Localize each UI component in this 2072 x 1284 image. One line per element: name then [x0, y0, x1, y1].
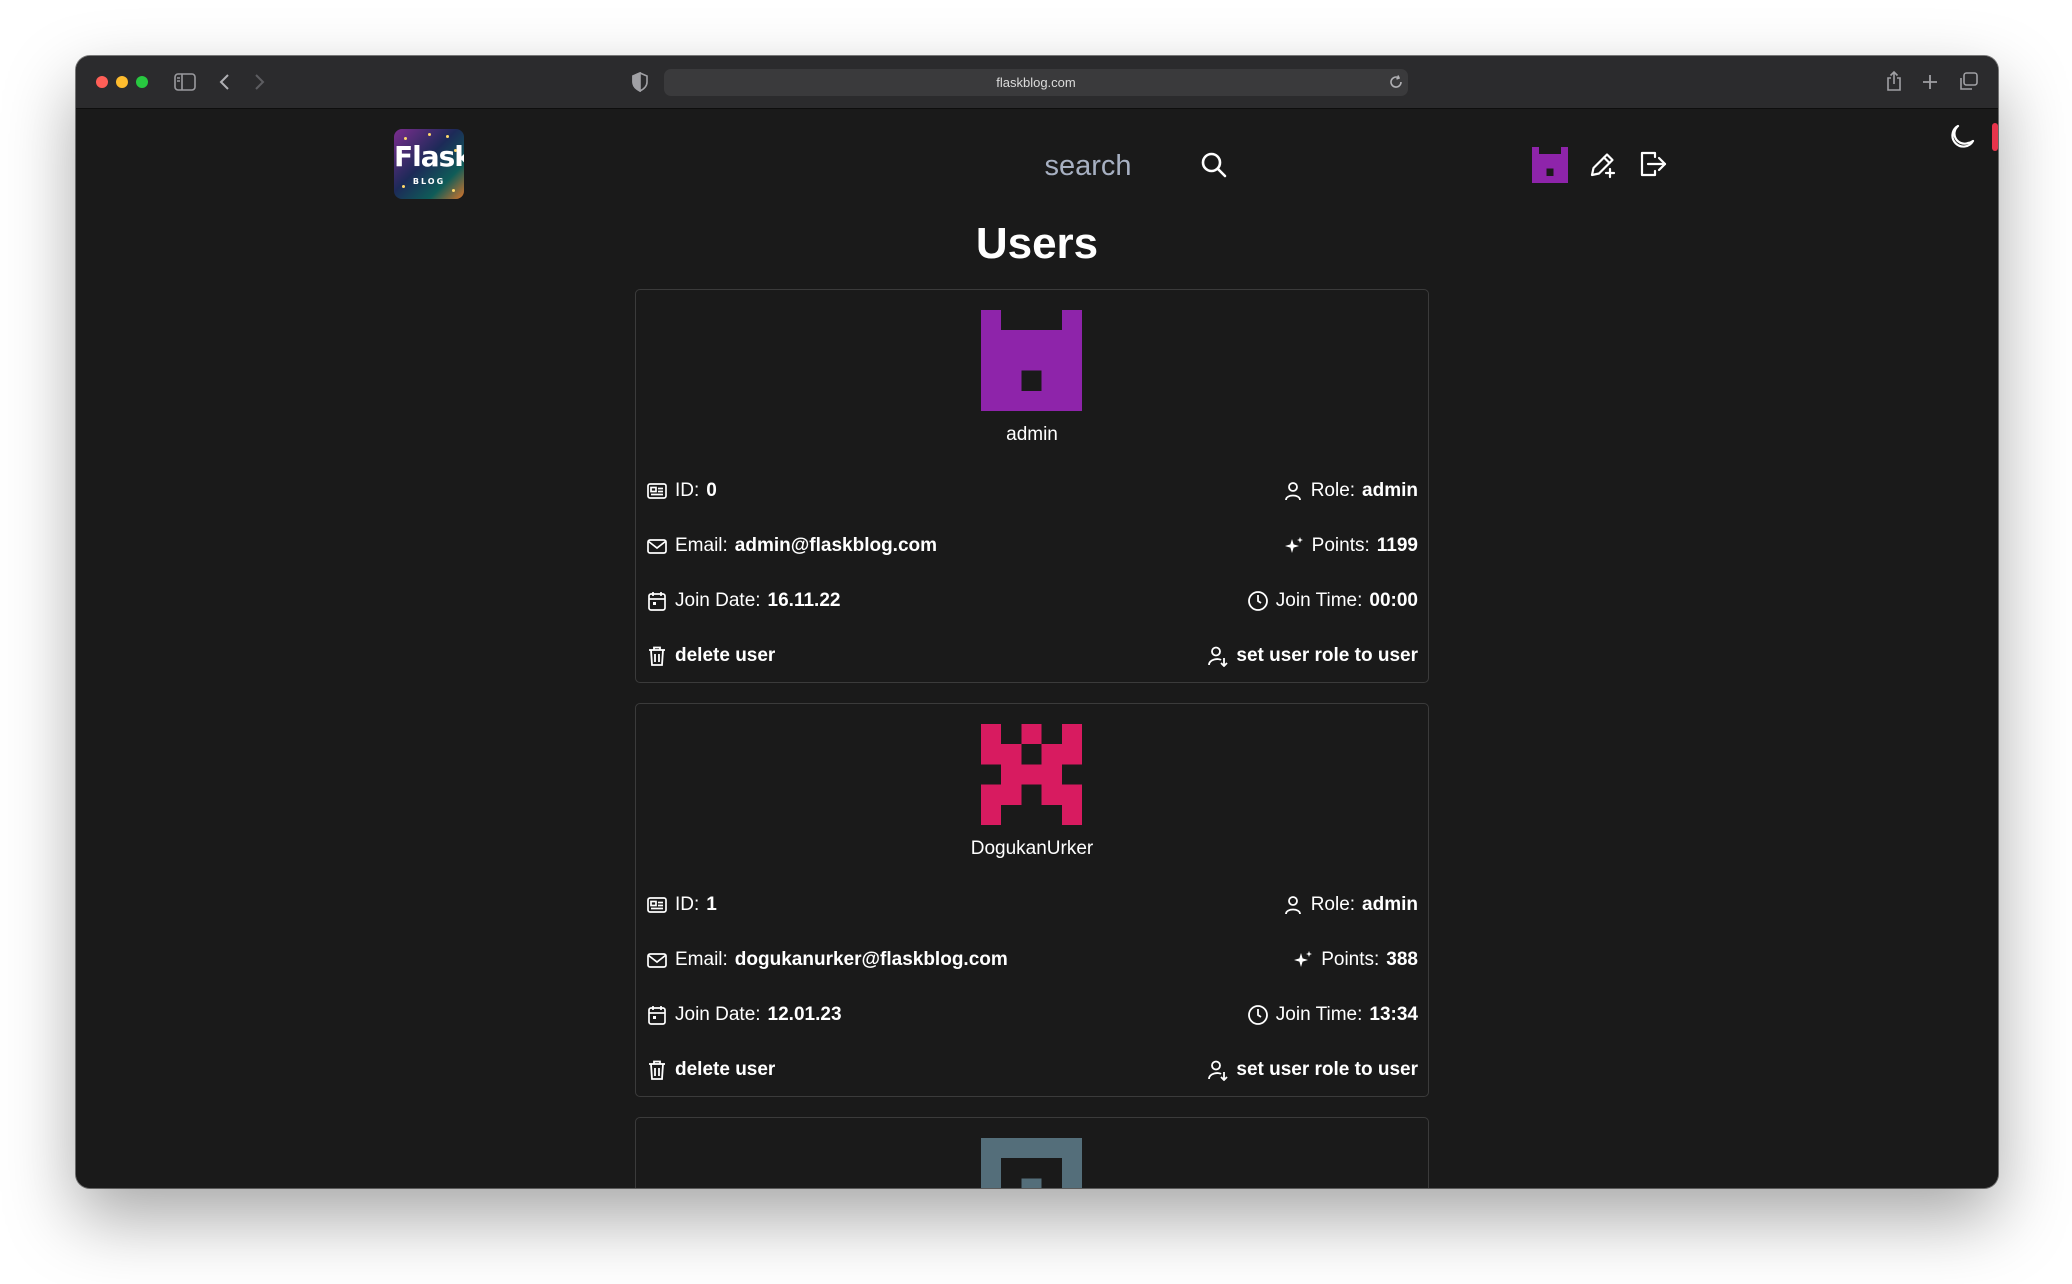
trash-icon — [649, 1060, 665, 1080]
points-value: 388 — [1386, 949, 1418, 970]
envelope-icon — [647, 539, 667, 554]
set-role-label: set user role to user — [1236, 645, 1418, 666]
email-value: admin@flaskblog.com — [734, 535, 938, 556]
user-avatar[interactable] — [981, 1138, 1082, 1188]
user-join-date: Join Date: 16.11.22 — [646, 586, 840, 616]
user-join-time: Join Time: 13:34 — [1247, 1000, 1418, 1030]
address-bar[interactable]: flaskblog.com — [664, 69, 1408, 96]
minimize-window-button[interactable] — [116, 76, 128, 88]
trash-icon — [649, 646, 665, 666]
email-value: dogukanurker@flaskblog.com — [734, 949, 1008, 970]
forward-icon[interactable] — [252, 72, 266, 92]
flask-blog-logo[interactable]: Flask BLOG — [394, 129, 464, 199]
sparkles-icon — [1284, 537, 1303, 553]
user-email: Email: admin@flaskblog.com — [646, 531, 937, 561]
user-id: ID: 0 — [646, 476, 717, 506]
email-label: Email: — [675, 535, 728, 556]
id-value: 0 — [706, 480, 717, 501]
points-label: Points: — [1321, 949, 1380, 970]
user-join-time: Join Time: 00:00 — [1247, 586, 1418, 616]
tab-overview-icon[interactable] — [1958, 72, 1978, 92]
join-date-label: Join Date: — [675, 590, 761, 611]
calendar-icon — [648, 592, 666, 611]
person-icon — [1284, 482, 1301, 501]
page-title: Users — [975, 219, 1099, 268]
browser-window: flaskblog.com Flask BLOG search Users ad… — [76, 56, 1998, 1188]
join-date-label: Join Date: — [675, 1004, 761, 1025]
user-avatar[interactable] — [981, 724, 1082, 825]
user-card: DogukanUrker ID: 1 Role: admin Email: do… — [635, 703, 1429, 1097]
id-card-icon — [647, 483, 667, 499]
scroll-indicator[interactable] — [1992, 123, 1998, 151]
join-time-value: 13:34 — [1369, 1004, 1418, 1025]
close-window-button[interactable] — [96, 76, 108, 88]
user-card — [635, 1117, 1429, 1188]
delete-user-label: delete user — [675, 645, 776, 666]
email-label: Email: — [675, 949, 728, 970]
set-role-button[interactable]: set user role to user — [1207, 641, 1418, 671]
person-icon — [1284, 896, 1301, 915]
join-time-value: 00:00 — [1369, 590, 1418, 611]
new-tab-icon[interactable] — [1922, 74, 1938, 90]
person-arrow-icon — [1208, 646, 1229, 667]
clock-icon — [1247, 1005, 1268, 1025]
set-role-button[interactable]: set user role to user — [1207, 1055, 1418, 1085]
delete-user-button[interactable]: delete user — [646, 641, 775, 671]
join-time-label: Join Time: — [1275, 1004, 1363, 1025]
join-date-value: 12.01.23 — [767, 1004, 842, 1025]
username: DogukanUrker — [970, 838, 1094, 859]
page-content: Flask BLOG Users — [76, 109, 1998, 1188]
id-label: ID: — [675, 480, 700, 501]
search-input[interactable] — [936, 143, 1240, 189]
user-card: admin ID: 0 Role: admin Email: admin@fla… — [635, 289, 1429, 683]
logout-icon[interactable] — [1638, 149, 1668, 179]
back-icon[interactable] — [218, 72, 232, 92]
logo-text: Flask — [394, 140, 464, 173]
share-icon[interactable] — [1886, 70, 1902, 92]
points-label: Points: — [1311, 535, 1370, 556]
role-label: Role: — [1310, 480, 1356, 501]
user-role: Role: admin — [1282, 890, 1418, 920]
create-post-icon[interactable] — [1588, 149, 1618, 179]
sidebar-toggle-icon[interactable] — [174, 73, 196, 91]
join-time-label: Join Time: — [1275, 590, 1363, 611]
role-label: Role: — [1310, 894, 1356, 915]
role-value: admin — [1362, 480, 1418, 501]
clock-icon — [1247, 591, 1268, 611]
sparkles-icon — [1294, 951, 1313, 967]
user-role: Role: admin — [1282, 476, 1418, 506]
delete-user-button[interactable]: delete user — [646, 1055, 775, 1085]
calendar-icon — [648, 1006, 666, 1025]
browser-toolbar: flaskblog.com — [76, 56, 1998, 109]
user-id: ID: 1 — [646, 890, 717, 920]
user-avatar[interactable] — [981, 310, 1082, 411]
dark-mode-toggle-icon[interactable] — [1948, 123, 1976, 151]
search-icon[interactable] — [1200, 151, 1228, 179]
url-text: flaskblog.com — [996, 75, 1076, 90]
user-email: Email: dogukanurker@flaskblog.com — [646, 945, 1008, 975]
set-role-label: set user role to user — [1236, 1059, 1418, 1080]
user-join-date: Join Date: 12.01.23 — [646, 1000, 842, 1030]
privacy-shield-icon[interactable] — [632, 72, 648, 92]
delete-user-label: delete user — [675, 1059, 776, 1080]
username: admin — [1006, 424, 1058, 445]
reload-icon[interactable] — [1389, 75, 1403, 89]
user-points: Points: 1199 — [1283, 531, 1418, 561]
envelope-icon — [647, 953, 667, 968]
role-value: admin — [1362, 894, 1418, 915]
id-label: ID: — [675, 894, 700, 915]
id-card-icon — [647, 897, 667, 913]
points-value: 1199 — [1376, 535, 1418, 556]
id-value: 1 — [706, 894, 717, 915]
user-points: Points: 388 — [1292, 945, 1418, 975]
person-arrow-icon — [1208, 1060, 1229, 1081]
profile-avatar-icon[interactable] — [1532, 147, 1568, 183]
logo-subtitle: BLOG — [412, 177, 446, 186]
maximize-window-button[interactable] — [136, 76, 148, 88]
join-date-value: 16.11.22 — [767, 590, 841, 611]
